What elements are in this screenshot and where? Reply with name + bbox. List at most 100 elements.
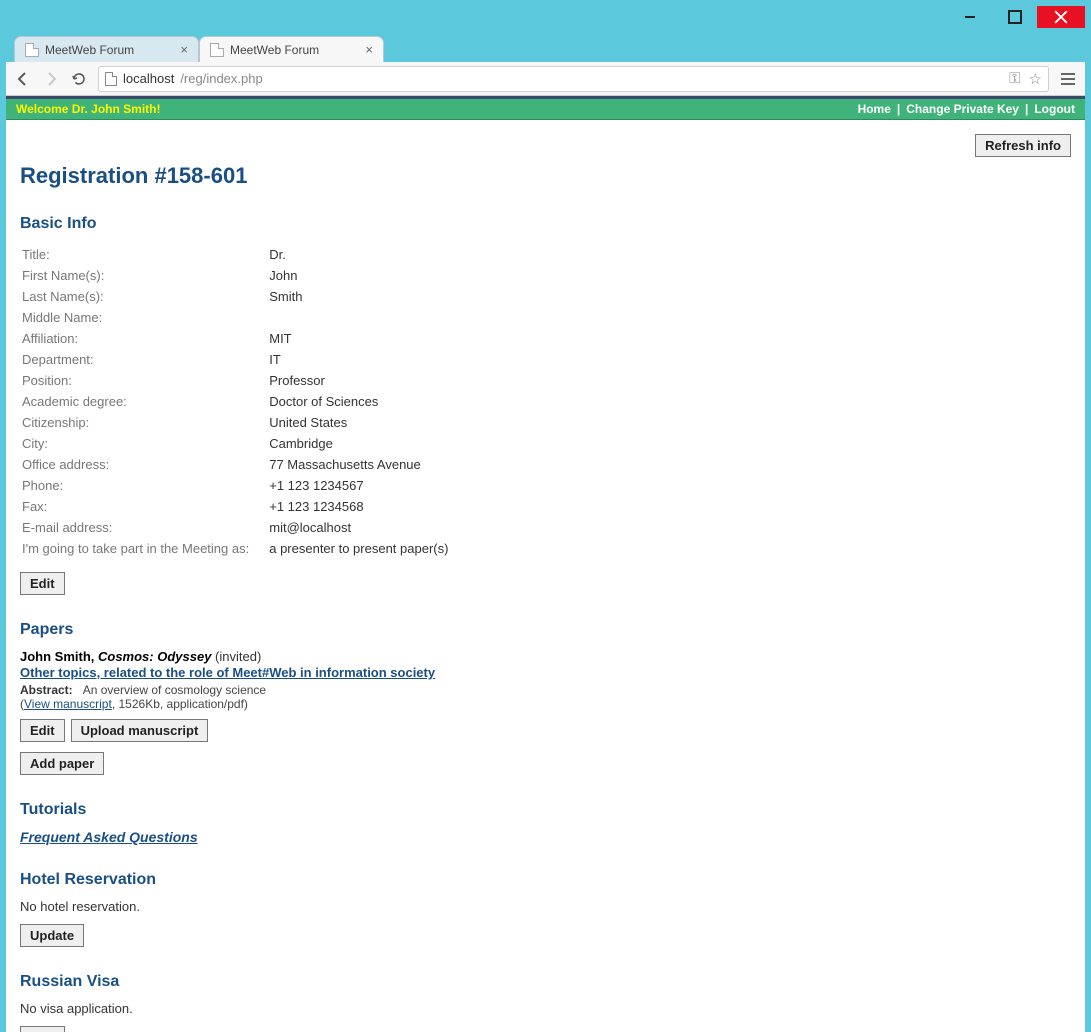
basic-info-table: Title:Dr.First Name(s):JohnLast Name(s):… [20,243,450,560]
tab-title: MeetWeb Forum [45,43,134,57]
info-value: +1 123 1234567 [269,476,448,495]
info-label: Department: [22,350,267,369]
page-scroll[interactable]: Welcome Dr. John Smith! Home | Change Pr… [6,99,1085,1032]
manuscript-meta: , 1526Kb, application/pdf) [112,697,248,711]
info-label: Office address: [22,455,267,474]
reload-button[interactable] [70,71,88,87]
update-hotel-button[interactable]: Update [20,924,84,947]
url-path: /reg/index.php [180,71,262,86]
edit-visa-button[interactable]: Edit [20,1026,65,1032]
close-tab-icon[interactable]: × [365,42,373,57]
info-label: Affiliation: [22,329,267,348]
info-label: Fax: [22,497,267,516]
logout-link[interactable]: Logout [1034,102,1075,116]
paper-topic-link[interactable]: Other topics, related to the role of Mee… [20,665,435,680]
add-paper-button[interactable]: Add paper [20,752,104,775]
info-label: Title: [22,245,267,264]
section-visa: Russian Visa [20,973,1071,991]
info-value [269,308,448,327]
tab-strip: MeetWeb Forum × MeetWeb Forum × [6,30,1085,62]
browser-chrome: MeetWeb Forum × MeetWeb Forum × localhos… [6,30,1085,1032]
info-row: Title:Dr. [22,245,448,264]
info-value: Cambridge [269,434,448,453]
upload-manuscript-button[interactable]: Upload manuscript [71,719,209,742]
info-value: Doctor of Sciences [269,392,448,411]
info-row: First Name(s):John [22,266,448,285]
info-row: Academic degree:Doctor of Sciences [22,392,448,411]
change-private-key-link[interactable]: Change Private Key [906,102,1019,116]
paper-title: Cosmos: Odyssey [98,649,211,664]
info-value: Dr. [269,245,448,264]
info-label: E-mail address: [22,518,267,537]
info-row: Middle Name: [22,308,448,327]
info-value: John [269,266,448,285]
page-viewport: Welcome Dr. John Smith! Home | Change Pr… [6,96,1085,1032]
manuscript-line: (View manuscript, 1526Kb, application/pd… [20,697,1071,711]
info-label: Phone: [22,476,267,495]
bookmark-star-icon[interactable]: ☆ [1029,70,1042,88]
paper-author: John Smith, [20,649,98,664]
back-button[interactable] [14,71,32,87]
visa-status: No visa application. [20,1001,1071,1016]
window-maximize-button[interactable] [992,6,1037,28]
abstract-text: An overview of cosmology science [83,683,266,697]
tab-title: MeetWeb Forum [230,43,319,57]
separator: | [1025,102,1028,116]
welcome-text: Welcome Dr. John Smith! [16,102,160,116]
info-value: mit@localhost [269,518,448,537]
info-label: City: [22,434,267,453]
section-papers: Papers [20,621,1071,639]
forward-button[interactable] [42,71,60,87]
info-row: Position:Professor [22,371,448,390]
edit-basic-info-button[interactable]: Edit [20,572,65,595]
separator: | [897,102,900,116]
edit-paper-button[interactable]: Edit [20,719,65,742]
browser-toolbar: localhost/reg/index.php ⚿ ☆ [6,62,1085,96]
faq-link[interactable]: Frequent Asked Questions [20,829,1071,845]
hotel-status: No hotel reservation. [20,899,1071,914]
info-value: MIT [269,329,448,348]
home-link[interactable]: Home [858,102,891,116]
top-bar: Welcome Dr. John Smith! Home | Change Pr… [6,99,1085,120]
info-value: 77 Massachusetts Avenue [269,455,448,474]
section-basic-info: Basic Info [20,215,1071,233]
info-value: Professor [269,371,448,390]
os-window: MeetWeb Forum × MeetWeb Forum × localhos… [0,0,1091,1020]
info-row: Affiliation:MIT [22,329,448,348]
info-value: +1 123 1234568 [269,497,448,516]
paper-invited: (invited) [211,649,261,664]
info-value: IT [269,350,448,369]
abstract-label: Abstract: [20,683,73,697]
page-icon [25,43,39,57]
info-label: Position: [22,371,267,390]
address-bar[interactable]: localhost/reg/index.php ⚿ ☆ [98,66,1049,92]
close-tab-icon[interactable]: × [180,42,188,57]
hamburger-menu-button[interactable] [1059,73,1077,85]
info-label: Middle Name: [22,308,267,327]
info-label: Last Name(s): [22,287,267,306]
key-icon[interactable]: ⚿ [1009,70,1020,88]
browser-tab-1[interactable]: MeetWeb Forum × [199,36,384,62]
info-row: Citizenship:United States [22,413,448,432]
section-hotel: Hotel Reservation [20,871,1071,889]
paper-entry: John Smith, Cosmos: Odyssey (invited) [20,649,1071,664]
window-close-button[interactable] [1037,6,1085,28]
info-row: I'm going to take part in the Meeting as… [22,539,448,558]
view-manuscript-link[interactable]: View manuscript [24,697,112,711]
content-area: Refresh info Registration #158-601 Basic… [6,120,1085,1032]
info-value: a presenter to present paper(s) [269,539,448,558]
info-label: First Name(s): [22,266,267,285]
info-row: Last Name(s):Smith [22,287,448,306]
refresh-info-button[interactable]: Refresh info [975,134,1071,157]
window-titlebar[interactable] [6,6,1085,30]
page-icon [210,43,224,57]
info-label: Academic degree: [22,392,267,411]
info-row: E-mail address:mit@localhost [22,518,448,537]
info-row: City:Cambridge [22,434,448,453]
info-row: Office address:77 Massachusetts Avenue [22,455,448,474]
browser-tab-0[interactable]: MeetWeb Forum × [14,36,199,62]
info-row: Department:IT [22,350,448,369]
window-minimize-button[interactable] [947,6,992,28]
info-value: Smith [269,287,448,306]
info-row: Phone:+1 123 1234567 [22,476,448,495]
